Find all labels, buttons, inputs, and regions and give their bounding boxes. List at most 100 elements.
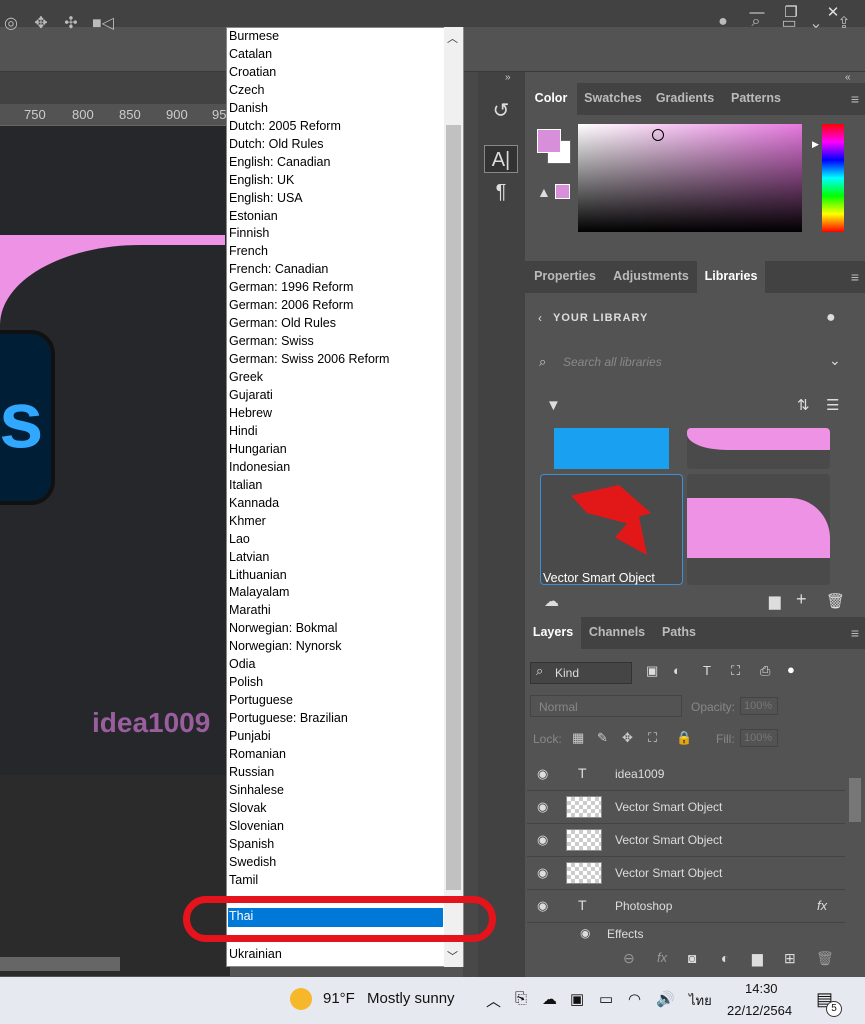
hue-slider[interactable] [822,124,844,232]
lock-artboard-icon[interactable]: ⛶ [648,730,657,746]
volume-icon[interactable]: 🔊 [656,990,675,1008]
orbit-icon[interactable]: ◎ [0,13,22,33]
language-item[interactable]: Finnish [229,225,269,242]
language-item[interactable]: Italian [229,477,262,494]
display-icon[interactable]: ▣ [570,990,584,1008]
folder-icon[interactable]: ▆ [769,592,781,610]
tab-gradients[interactable]: Gradients [649,83,721,115]
chevron-down-icon[interactable]: ⌄ [805,13,827,33]
lock-position-icon[interactable]: ✥ [622,730,633,746]
fill-field[interactable]: 100% [740,729,778,747]
eye-icon[interactable]: ◉ [537,865,548,881]
library-item-thumbnail[interactable] [540,428,683,469]
language-item[interactable]: Burmese [229,28,279,45]
language-item[interactable]: English: Canadian [229,154,330,171]
scroll-down-icon[interactable]: ﹀ [447,948,458,964]
camera-icon[interactable]: ■◁ [92,13,114,33]
lock-pixels-icon[interactable]: ✎ [597,730,608,746]
language-item[interactable]: English: USA [229,190,303,207]
language-item[interactable]: Slovenian [229,818,284,835]
library-item-thumbnail[interactable] [687,428,830,469]
hue-slider-handle[interactable]: ▶ [812,139,819,150]
eye-icon[interactable]: ◉ [537,766,548,782]
blend-mode-select[interactable]: Normal [530,695,682,717]
panel-menu-icon[interactable]: ≡ [851,91,859,107]
weather-temp[interactable]: 91°F [323,990,355,1007]
weather-text[interactable]: Mostly sunny [367,990,455,1007]
panel-menu-icon[interactable]: ≡ [851,269,859,285]
language-item[interactable]: Kannada [229,495,279,512]
dropdown-scroll-thumb[interactable] [446,125,461,890]
lock-transparent-icon[interactable]: ▦ [572,730,584,746]
language-item[interactable]: Ukrainian [229,946,282,963]
group-folder-icon[interactable]: ▆ [752,950,763,967]
library-search-input[interactable]: Search all libraries [563,355,662,369]
layer-filter-select[interactable]: Kind [530,662,632,684]
language-item[interactable]: Norwegian: Nynorsk [229,638,342,655]
wifi-icon[interactable]: ◠ [628,990,641,1008]
layer-row[interactable]: ◉ T idea1009 [527,758,845,791]
fx-icon[interactable]: fx [817,898,827,913]
opacity-field[interactable]: 100% [740,697,778,715]
collapse-icon[interactable]: » [505,72,511,83]
delete-layer-icon[interactable]: 🗑 [816,950,834,967]
library-header[interactable]: YOUR LIBRARY [553,312,648,324]
language-item[interactable]: Czech [229,82,264,99]
language-item[interactable]: Dutch: Old Rules [229,136,323,153]
language-item[interactable]: Tamil [229,872,258,889]
language-item[interactable]: Hebrew [229,405,272,422]
add-icon[interactable]: + [796,589,807,610]
sort-icon[interactable]: ⇅ [797,396,810,414]
library-item-selected[interactable] [540,474,683,585]
language-item[interactable]: Punjabi [229,728,271,745]
language-item[interactable]: Khmer [229,513,266,530]
tab-properties[interactable]: Properties [525,261,605,293]
panel-menu-icon[interactable]: ≡ [851,625,859,641]
library-item-thumbnail[interactable] [687,474,830,585]
weather-icon[interactable] [290,988,312,1010]
language-item[interactable]: Slovak [229,800,267,817]
battery-icon[interactable]: ▭ [599,990,613,1008]
onedrive-icon[interactable]: ☁ [542,990,557,1008]
account-icon[interactable]: ● [826,309,836,327]
language-item[interactable]: German: Swiss [229,333,314,350]
color-picker-field[interactable] [578,124,802,232]
language-item[interactable]: French: Canadian [229,261,328,278]
lock-all-icon[interactable]: 🔒 [676,730,692,746]
share-icon[interactable]: ⇪ [833,13,855,33]
tab-channels[interactable]: Channels [581,617,653,649]
layer-row[interactable]: ◉ Vector Smart Object [527,791,845,824]
tab-patterns[interactable]: Patterns [721,83,791,115]
language-item[interactable]: Norwegian: Bokmal [229,620,337,637]
tab-paths[interactable]: Paths [653,617,705,649]
language-item[interactable]: Odia [229,656,255,673]
adjustment-filter-icon[interactable]: ◐ [673,663,681,678]
meet-now-icon[interactable]: ⎘ [515,990,527,1007]
language-item[interactable]: French [229,243,268,260]
language-item[interactable]: Hungarian [229,441,287,458]
language-item[interactable]: Malayalam [229,584,289,601]
type-filter-icon[interactable]: T [703,663,711,678]
language-item[interactable]: Lithuanian [229,567,287,584]
layers-scroll-thumb[interactable] [849,778,861,822]
language-item[interactable]: Russian [229,764,274,781]
language-item[interactable]: German: Old Rules [229,315,336,332]
language-item[interactable]: Danish [229,100,268,117]
chevron-down-icon[interactable]: ⌄ [829,352,841,369]
expand-icon[interactable]: « [845,72,851,83]
effects-eye-icon[interactable]: ◉ [580,926,590,940]
layer-row[interactable]: ◉ T Photoshop fx [527,890,845,923]
canvas-horizontal-scrollbar[interactable] [0,957,120,971]
language-item[interactable]: German: Swiss 2006 Reform [229,351,389,368]
chevron-up-icon[interactable]: ︿ [486,990,501,1011]
eye-icon[interactable]: ◉ [537,832,548,848]
pixel-filter-icon[interactable]: ▣ [646,663,658,679]
search-icon[interactable]: ⌕ [745,13,767,31]
language-item[interactable]: Croatian [229,64,276,81]
language-item[interactable]: Hindi [229,423,258,440]
language-item[interactable]: Portuguese: Brazilian [229,710,348,727]
smart-object-filter-icon[interactable]: ⎙ [760,663,770,679]
gamut-color-swatch[interactable] [555,184,570,199]
slide-3d-icon[interactable]: ✣ [60,13,82,33]
trash-icon[interactable]: 🗑 [826,592,845,610]
